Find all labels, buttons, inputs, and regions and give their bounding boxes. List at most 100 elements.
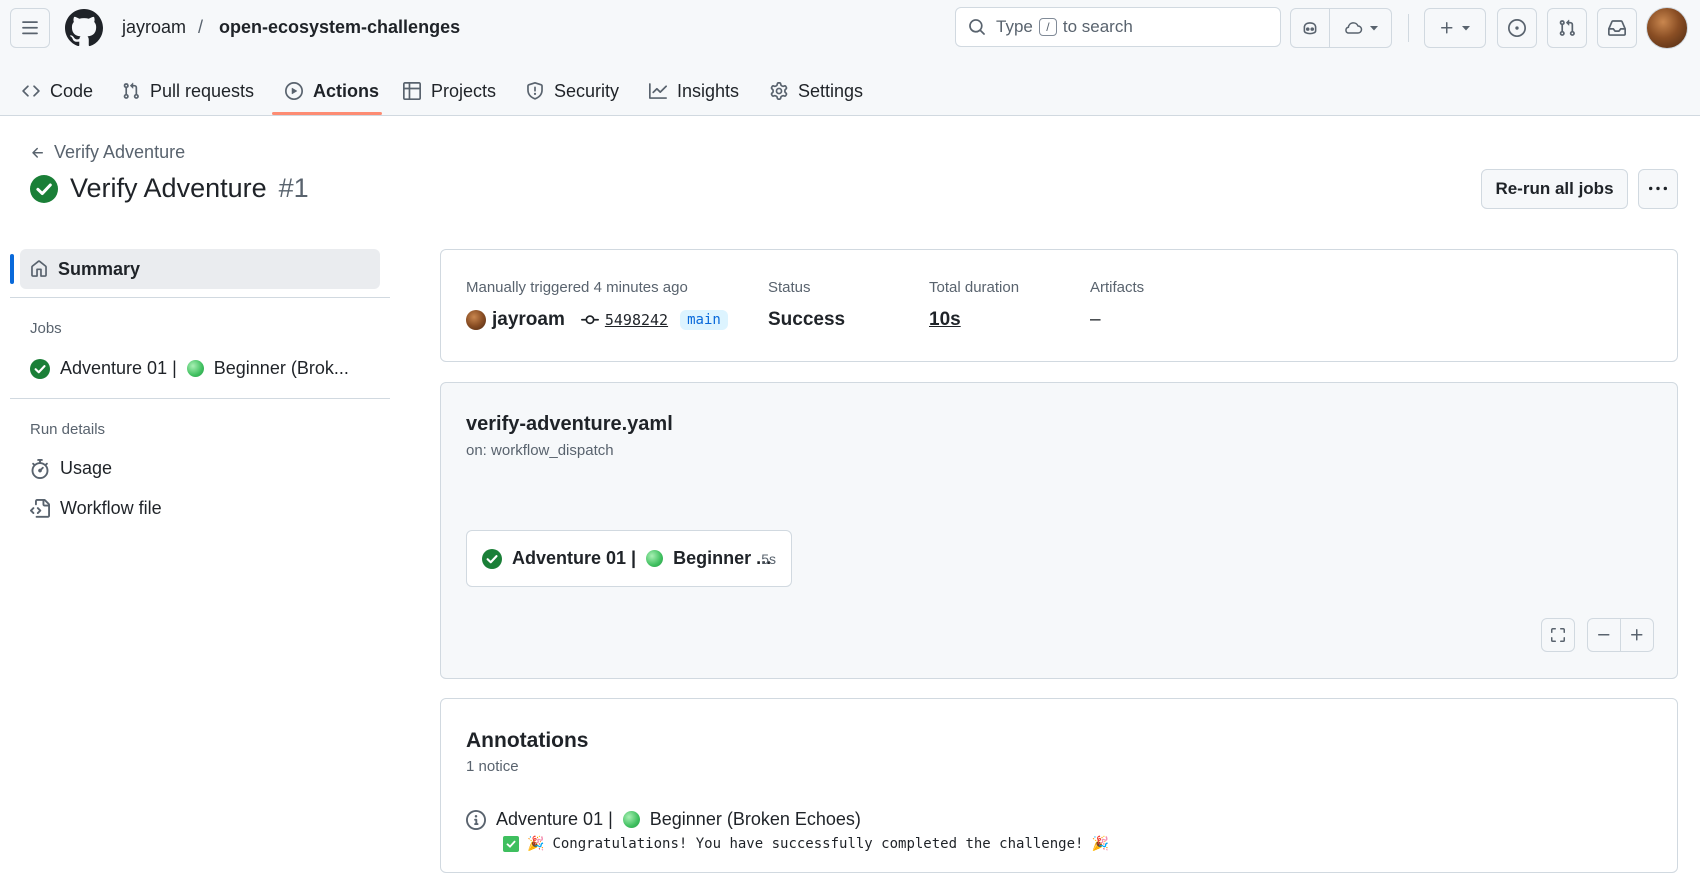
check-circle-fill-icon [30, 358, 50, 379]
git-pull-request-icon [123, 82, 139, 99]
breadcrumb-owner[interactable]: jayroam [122, 17, 186, 38]
back-link-label: Verify Adventure [54, 142, 186, 162]
tab-label: Insights [677, 80, 740, 101]
run-number: #1 [278, 173, 309, 203]
search-placeholder-suffix: to search [1062, 17, 1133, 36]
issue-opened-icon [1508, 19, 1526, 37]
search-input[interactable]: Type / to search [955, 7, 1281, 47]
plus-icon [1441, 22, 1453, 34]
screen-full-icon [1551, 628, 1565, 642]
green-circle-icon [646, 550, 664, 567]
graph-icon [649, 83, 667, 99]
rerun-all-jobs-button[interactable]: Re-run all jobs [1481, 169, 1628, 209]
workflow-file-name: verify-adventure.yaml [466, 413, 673, 435]
actor-avatar [466, 310, 486, 330]
status-value: Success [768, 309, 846, 330]
table-icon [403, 82, 421, 100]
tab-settings[interactable]: Settings [768, 66, 865, 116]
info-icon [466, 809, 486, 830]
more-options-button[interactable] [1638, 169, 1678, 209]
user-avatar[interactable] [1646, 7, 1688, 49]
commit-sha-link[interactable]: 5498242 [605, 311, 668, 329]
party-popper-icon: 🎉 [527, 836, 545, 852]
github-logo-icon[interactable] [65, 9, 103, 47]
annotation-message-text: Congratulations! You have successfully c… [552, 836, 1084, 852]
job-name-suffix: Beginner ... [673, 548, 772, 568]
green-circle-icon [186, 360, 204, 377]
workflow-trigger: on: workflow_dispatch [466, 442, 614, 459]
tab-label: Actions [313, 80, 380, 101]
run-title-text: Verify Adventure [70, 173, 267, 203]
green-circle-icon [622, 811, 640, 828]
fit-to-screen-button[interactable] [1541, 618, 1575, 652]
tab-label: Projects [431, 80, 497, 101]
check-mark-button-icon [503, 836, 519, 852]
copilot-button[interactable] [1290, 8, 1330, 48]
stopwatch-icon [31, 458, 49, 479]
code-icon [22, 85, 40, 97]
trigger-label: Manually triggered 4 minutes ago [466, 279, 688, 296]
job-name-prefix: Adventure 01 | [60, 358, 177, 378]
zoom-in-button[interactable] [1620, 618, 1654, 652]
arrow-left-icon [32, 147, 43, 158]
breadcrumb-repo[interactable]: open-ecosystem-challenges [219, 17, 460, 38]
sidebar-item-job[interactable]: Adventure 01 | Beginner (Brok... [30, 358, 349, 379]
sidebar-item-usage[interactable]: Usage [30, 458, 112, 479]
sidebar-item-summary[interactable]: Summary [20, 249, 380, 289]
job-duration: 5s [761, 550, 776, 567]
annotation-item[interactable]: Adventure 01 | Beginner (Broken Echoes) [466, 809, 861, 830]
plus-icon [1631, 629, 1643, 641]
repo-nav: Code Pull requests Actions Projects Secu… [0, 66, 1700, 116]
cloud-icon [1344, 22, 1362, 34]
run-summary-card: Manually triggered 4 minutes ago jayroam… [440, 249, 1678, 362]
check-circle-fill-icon [482, 548, 502, 569]
menu-button[interactable] [10, 8, 50, 48]
git-commit-icon [580, 315, 599, 325]
inbox-icon [1608, 20, 1626, 36]
job-name-prefix: Adventure 01 | [512, 548, 637, 568]
back-to-workflow-link[interactable]: Verify Adventure [30, 142, 185, 163]
tab-label: Security [554, 80, 620, 101]
annotations-count: 1 notice [466, 758, 519, 775]
artifacts-label: Artifacts [1090, 279, 1145, 296]
tab-insights[interactable]: Insights [647, 66, 741, 116]
tab-pull-requests[interactable]: Pull requests [120, 66, 256, 116]
copilot-menu-button[interactable] [1330, 8, 1392, 48]
chevron-down-icon [1462, 26, 1470, 31]
header-divider [1408, 14, 1409, 42]
sidebar-active-indicator [10, 254, 14, 284]
duration-value[interactable]: 10s [929, 309, 961, 331]
job-node[interactable]: Adventure 01 | Beginner ... 5s [466, 530, 792, 587]
gear-icon [770, 82, 788, 100]
sidebar-divider [10, 297, 390, 298]
issues-button[interactable] [1497, 8, 1537, 48]
annotation-job-prefix: Adventure 01 | [496, 809, 613, 829]
tab-actions[interactable]: Actions [283, 66, 381, 116]
tab-label: Pull requests [150, 80, 255, 101]
sidebar-item-label: Usage [60, 458, 113, 478]
annotations-card: Annotations 1 notice Adventure 01 | Begi… [440, 698, 1678, 873]
active-tab-indicator [272, 112, 382, 115]
tab-security[interactable]: Security [524, 66, 621, 116]
sidebar-divider [10, 398, 390, 399]
sidebar-item-label: Summary [58, 258, 141, 279]
trigger-value: jayroam 5498242 main [466, 309, 728, 331]
search-placeholder-prefix: Type [996, 17, 1033, 36]
sidebar-item-workflow-file[interactable]: Workflow file [30, 498, 162, 519]
tab-code[interactable]: Code [20, 66, 95, 116]
kebab-horizontal-icon [1649, 186, 1667, 191]
branch-label[interactable]: main [680, 310, 728, 330]
actor-name[interactable]: jayroam [492, 309, 565, 331]
inbox-button[interactable] [1597, 8, 1637, 48]
tab-projects[interactable]: Projects [401, 66, 498, 116]
create-new-button[interactable] [1424, 8, 1486, 48]
workflow-graph-card: verify-adventure.yaml on: workflow_dispa… [440, 382, 1678, 679]
zoom-out-button[interactable] [1587, 618, 1621, 652]
copilot-icon [1303, 22, 1317, 35]
home-icon [31, 260, 47, 277]
annotations-title: Annotations [466, 729, 589, 752]
page-title: Verify Adventure #1 [30, 173, 309, 204]
dash-icon [1598, 634, 1610, 636]
pull-requests-button[interactable] [1547, 8, 1587, 48]
annotation-message: 🎉 Congratulations! You have successfully… [503, 836, 1109, 852]
